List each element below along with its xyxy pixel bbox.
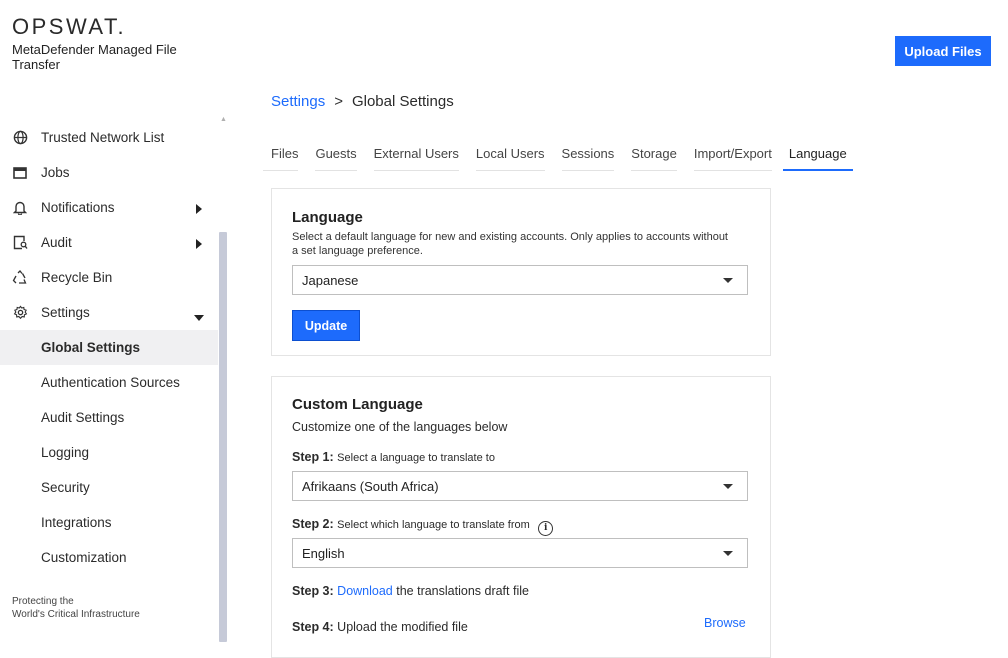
sidebar-item-notifications[interactable]: Notifications	[0, 190, 218, 225]
globe-icon	[12, 130, 28, 146]
custom-language-card: Custom Language Customize one of the lan…	[271, 376, 771, 658]
upload-files-button[interactable]: Upload Files	[895, 36, 991, 66]
scroll-up-arrow[interactable]: ▲	[220, 116, 227, 123]
breadcrumb-current: Global Settings	[351, 93, 454, 110]
default-language-value: Japanese	[302, 272, 359, 288]
sidebar-item-label: Trusted Network List	[41, 130, 165, 145]
step-2-text: Select which language to translate from	[337, 519, 530, 531]
sidebar-item-global-settings[interactable]: Global Settings	[0, 330, 218, 365]
sidebar-item-customization[interactable]: Customization	[0, 540, 218, 575]
language-card-description: Select a default language for new and ex…	[292, 231, 728, 257]
sidebar-item-security[interactable]: Security	[0, 470, 218, 505]
sidebar-item-integrations[interactable]: Integrations	[0, 505, 218, 540]
tab-files[interactable]: Files	[263, 145, 299, 171]
sidebar-item-label: Audit	[41, 235, 72, 250]
translate-to-select[interactable]: Afrikaans (South Africa)	[292, 471, 748, 501]
step-3-text: the translations draft file	[396, 584, 529, 598]
step-4-number: Step 4:	[292, 620, 334, 634]
tab-local-users[interactable]: Local Users	[475, 145, 545, 171]
step-4-label: Step 4: Upload the modified file	[292, 620, 468, 634]
logo-wordmark: OPSWAT.	[12, 14, 127, 39]
custom-language-title: Custom Language	[292, 396, 423, 413]
tagline: Protecting the World's Critical Infrastr…	[12, 595, 140, 621]
tab-language[interactable]: Language	[782, 145, 853, 171]
sidebar-item-audit[interactable]: Audit	[0, 225, 218, 260]
audit-icon	[12, 235, 28, 251]
bell-icon	[12, 200, 28, 216]
translate-from-value: English	[302, 545, 345, 561]
breadcrumb: Settings > Global Settings	[271, 93, 454, 110]
tab-guests[interactable]: Guests	[315, 145, 357, 171]
tab-external-users[interactable]: External Users	[373, 145, 459, 171]
tab-import-export[interactable]: Import/Export	[693, 145, 772, 171]
step-3-label: Step 3: Download the translations draft …	[292, 584, 529, 598]
custom-language-subtitle: Customize one of the languages below	[292, 420, 508, 434]
default-language-select[interactable]: Japanese	[292, 265, 748, 295]
update-button[interactable]: Update	[292, 310, 360, 341]
tagline-line-1: Protecting the	[12, 596, 74, 607]
tagline-line-2: World's Critical Infrastructure	[12, 609, 140, 620]
caret-right-icon	[196, 237, 202, 252]
step-1-number: Step 1:	[292, 450, 334, 464]
recycle-icon	[12, 270, 28, 286]
sidebar-item-settings[interactable]: Settings	[0, 295, 218, 330]
sidebar-scrollbar-thumb[interactable]	[219, 232, 227, 642]
info-icon[interactable]: i	[538, 521, 554, 536]
sidebar-item-jobs[interactable]: Jobs	[0, 155, 218, 190]
tab-storage[interactable]: Storage	[631, 145, 677, 171]
sidebar-item-trusted-network-list[interactable]: Trusted Network List	[0, 120, 218, 155]
step-2-label: Step 2: Select which language to transla…	[292, 517, 554, 536]
breadcrumb-separator: >	[334, 93, 343, 110]
tab-sessions[interactable]: Sessions	[561, 145, 615, 171]
step-4-text: Upload the modified file	[337, 620, 468, 634]
sidebar-item-recycle-bin[interactable]: Recycle Bin	[0, 260, 218, 295]
chevron-down-icon	[723, 484, 733, 489]
sidebar: Trusted Network List Jobs Notifications …	[0, 120, 218, 575]
sidebar-item-label: Jobs	[41, 165, 70, 180]
settings-tabs: Files Guests External Users Local Users …	[263, 145, 870, 171]
caret-right-icon	[196, 202, 202, 217]
browse-link[interactable]: Browse	[704, 616, 746, 630]
step-2-number: Step 2:	[292, 517, 334, 531]
step-1-text: Select a language to translate to	[337, 452, 495, 464]
language-card-title: Language	[292, 209, 363, 226]
opswat-logo: OPSWAT. MetaDefender Managed File Transf…	[12, 14, 192, 72]
sidebar-item-label: Notifications	[41, 200, 115, 215]
sidebar-item-label: Recycle Bin	[41, 270, 113, 285]
translate-to-value: Afrikaans (South Africa)	[302, 478, 439, 494]
language-card: Language Select a default language for n…	[271, 188, 771, 356]
step-3-number: Step 3:	[292, 584, 334, 598]
sidebar-item-audit-settings[interactable]: Audit Settings	[0, 400, 218, 435]
sidebar-item-authentication-sources[interactable]: Authentication Sources	[0, 365, 218, 400]
sidebar-item-logging[interactable]: Logging	[0, 435, 218, 470]
step-1-label: Step 1: Select a language to translate t…	[292, 450, 495, 464]
translate-from-select[interactable]: English	[292, 538, 748, 568]
download-link[interactable]: Download	[337, 584, 393, 598]
sidebar-item-label: Settings	[41, 305, 90, 320]
window-icon	[12, 165, 28, 181]
chevron-down-icon	[723, 278, 733, 283]
caret-down-icon	[194, 309, 204, 324]
breadcrumb-settings-link[interactable]: Settings	[271, 93, 325, 110]
product-name: MetaDefender Managed File Transfer	[12, 42, 177, 72]
chevron-down-icon	[723, 551, 733, 556]
gear-icon	[12, 305, 28, 321]
